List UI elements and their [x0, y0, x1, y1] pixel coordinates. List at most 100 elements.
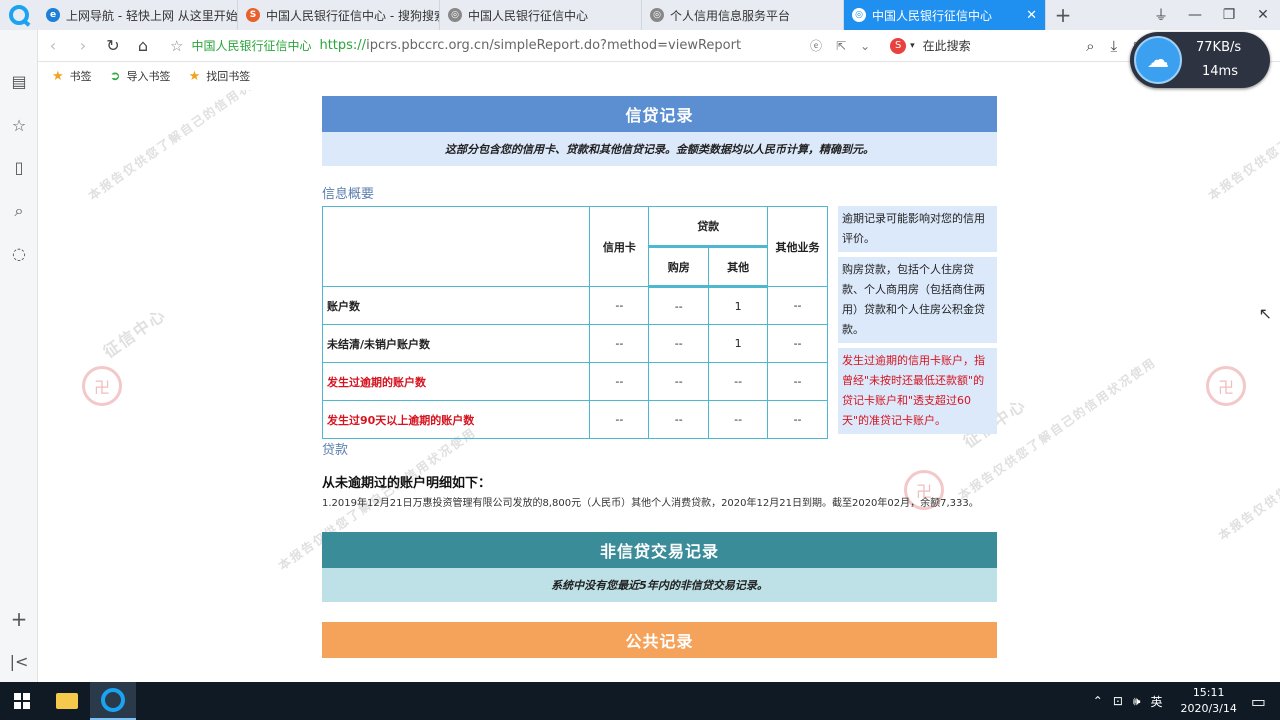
globe-icon: ◎ — [448, 8, 462, 22]
header-housing: 购房 — [648, 246, 710, 288]
table-row: 发生过90天以上逾期的账户数 -- -- -- -- — [321, 400, 828, 439]
folder-icon — [56, 693, 78, 709]
search-box[interactable]: S ▾ 在此搜索 — [890, 37, 1080, 54]
globe-icon: ◎ — [852, 8, 866, 22]
search-icon[interactable]: ⌕ — [0, 196, 38, 226]
search-engine-chevron-icon[interactable]: ▾ — [910, 41, 915, 51]
refresh-button[interactable]: ↻ — [98, 31, 128, 61]
chevron-up-icon[interactable]: ⌃ — [1093, 694, 1103, 708]
tab-2[interactable]: S 中国人民银行征信中心 - 搜狗搜索 — [238, 0, 440, 30]
browser-logo-icon — [9, 5, 29, 25]
clock[interactable]: 15:11 2020/3/14 — [1180, 685, 1236, 717]
file-explorer-button[interactable] — [44, 682, 90, 720]
public-record-title: 公共记录 — [322, 622, 997, 658]
table-cell: -- — [708, 362, 769, 401]
clock-time: 15:11 — [1192, 686, 1225, 699]
bookmark-bar: ★ 书签 ➲ 导入书签 ★ 找回书签 — [38, 62, 1280, 90]
bookmark-item-import[interactable]: ➲ 导入书签 — [110, 68, 171, 84]
tab-close-icon[interactable]: ✕ — [1026, 8, 1037, 23]
note-box: 发生过逾期的信用卡账户，指曾经"未按时还最低还款额"的贷记卡账户和"透支超过60… — [838, 348, 997, 434]
import-icon: ➲ — [109, 68, 121, 84]
clock-date: 2020/3/14 — [1180, 702, 1237, 715]
forward-button[interactable]: › — [68, 31, 98, 61]
tab-1[interactable]: e 上网导航 - 轻快上网 从这里开始 — [38, 0, 238, 30]
start-button[interactable] — [0, 682, 44, 720]
browser-taskbar-button[interactable] — [90, 682, 136, 720]
table-cell: -- — [767, 362, 828, 401]
table-cell: -- — [648, 362, 710, 401]
ime-indicator[interactable]: 英 — [1150, 693, 1162, 710]
row-label: 未结清/未销户账户数 — [321, 324, 591, 363]
tab-4[interactable]: ◎ 个人信用信息服务平台 — [642, 0, 844, 30]
summary-table: 信用卡 贷款 其他业务 购房 其他 账户数 -- -- 1 -- 未结清/未销户账户数 --… — [321, 206, 828, 439]
bookmark-item-recover[interactable]: ★ 找回书签 — [189, 68, 251, 84]
header-other-loan: 其他 — [708, 246, 769, 288]
close-window-button[interactable]: ✕ — [1246, 0, 1280, 30]
browser-logo[interactable] — [0, 0, 38, 30]
restore-button[interactable]: ❐ — [1212, 0, 1246, 30]
bookmark-label: 导入书签 — [126, 70, 171, 83]
note-box: 购房贷款，包括个人住房贷款、个人商用房（包括商住两用）贷款和个人住房公积金贷款。 — [838, 257, 997, 343]
reader-icon[interactable]: ▯ — [0, 152, 38, 182]
table-cell: -- — [767, 400, 828, 439]
table-cell: -- — [648, 400, 710, 439]
site-name: 中国人民银行征信中心 — [191, 39, 312, 53]
url-field[interactable]: ☆ 中国人民银行征信中心 https://ipcrs.pbccrc.org.cn… — [170, 33, 790, 59]
tab-bar: e 上网导航 - 轻快上网 从这里开始 S 中国人民银行征信中心 - 搜狗搜索 ◎ 中国人… — [0, 0, 1280, 30]
new-tab-button[interactable]: + — [1046, 0, 1080, 30]
tab-label: 中国人民银行征信中心 — [468, 8, 589, 23]
noncredit-title: 非信贷交易记录 — [322, 532, 997, 568]
favorites-icon[interactable]: ☆ — [0, 110, 38, 140]
add-sidebar-icon[interactable]: + — [0, 604, 38, 634]
table-cell: -- — [589, 400, 650, 439]
notification-icon[interactable]: ▭ — [1251, 692, 1266, 711]
loan-detail: 1.2019年12月21日万惠投资管理有限公司发放的8,800元（人民币）其他个… — [322, 498, 979, 509]
mouse-cursor-icon: ↖ — [1258, 304, 1272, 323]
table-cell: -- — [708, 400, 769, 439]
download-icon[interactable]: ⤓ — [1111, 37, 1118, 55]
noncredit-subtitle: 系统中没有您最近5年内的非信贷交易记录。 — [322, 568, 997, 602]
header-other-business: 其他业务 — [767, 206, 828, 287]
bookmark-star-icon[interactable]: ☆ — [170, 37, 183, 55]
filter-icon[interactable]: ⏚ — [1144, 0, 1178, 30]
cloud-icon: ☁ — [1134, 36, 1182, 84]
minimize-button[interactable]: — — [1178, 0, 1212, 30]
star-icon: ★ — [52, 68, 64, 84]
table-row: 发生过逾期的账户数 -- -- -- -- — [321, 362, 828, 401]
tab-label: 中国人民银行征信中心 - 搜狗搜索 — [266, 8, 440, 23]
tab-3[interactable]: ◎ 中国人民银行征信中心 — [440, 0, 642, 30]
address-tools: ⓔ ⇱ ⌄ — [810, 37, 870, 54]
volume-icon[interactable]: 🕪 — [1133, 694, 1141, 709]
sogou-search-icon: S — [890, 37, 907, 54]
address-bar: ‹ › ↻ ⌂ ☆ 中国人民银行征信中心 https://ipcrs.pbccr… — [38, 30, 1280, 62]
header-credit-card: 信用卡 — [589, 206, 650, 287]
table-corner — [321, 206, 591, 287]
chat-icon[interactable]: ◌ — [0, 238, 38, 268]
watermark-seal-text: 征信中心 — [99, 304, 170, 362]
bookmark-label: 找回书签 — [206, 70, 251, 83]
table-cell: -- — [648, 324, 710, 363]
sogou-icon: S — [246, 8, 260, 22]
tab-5[interactable]: ◎ 中国人民银行征信中心 ✕ — [844, 0, 1046, 30]
back-button[interactable]: ‹ — [38, 31, 68, 61]
tab-list: e 上网导航 - 轻快上网 从这里开始 S 中国人民银行征信中心 - 搜狗搜索 ◎ 中国人… — [38, 0, 1046, 30]
network-icon[interactable]: ⊡ — [1113, 694, 1123, 708]
news-icon[interactable]: ▤ — [0, 66, 38, 96]
ie-mode-icon[interactable]: ⓔ — [810, 37, 822, 54]
search-icon[interactable]: ⌕ — [1086, 37, 1094, 55]
collapse-sidebar-icon[interactable]: |< — [0, 646, 38, 676]
row-label: 账户数 — [321, 286, 591, 325]
loan-heading: 从未逾期过的账户明细如下： — [322, 476, 492, 491]
tab-label: 上网导航 - 轻快上网 从这里开始 — [66, 8, 238, 23]
summary-title: 信息概要 — [322, 187, 375, 202]
url-text: https://ipcrs.pbccrc.org.cn/simpleReport… — [319, 38, 741, 53]
home-button[interactable]: ⌂ — [128, 31, 158, 61]
dropdown-chevron-icon[interactable]: ⌄ — [860, 39, 870, 53]
bookmark-item-bookmarks[interactable]: ★ 书签 — [52, 68, 92, 84]
table-cell: -- — [589, 362, 650, 401]
credit-record-title: 信贷记录 — [322, 96, 997, 132]
share-icon[interactable]: ⇱ — [836, 39, 846, 53]
network-speed-widget[interactable]: ☁ 77KB/s 14ms — [1130, 32, 1270, 88]
table-cell: -- — [648, 286, 710, 325]
ie-icon: e — [46, 8, 60, 22]
